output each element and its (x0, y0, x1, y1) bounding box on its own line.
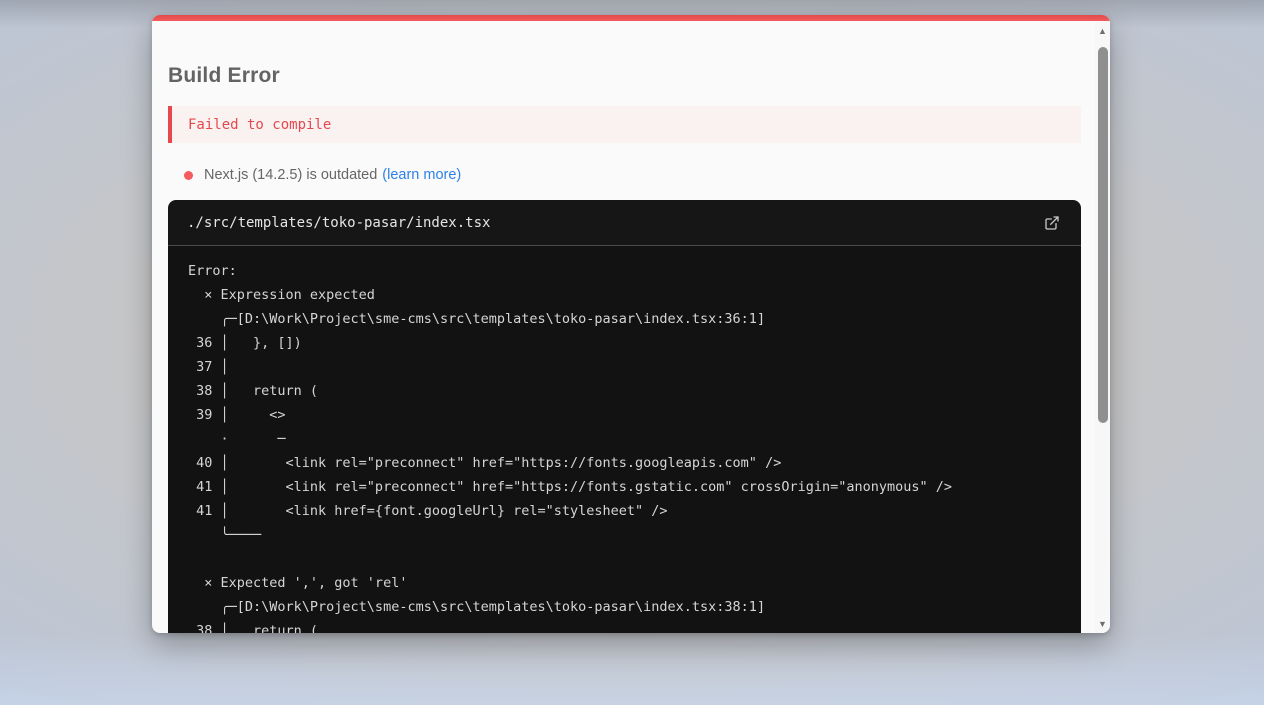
external-link-icon (1044, 215, 1060, 231)
code-panel-header: ./src/templates/toko-pasar/index.tsx (168, 200, 1081, 246)
failed-to-compile-banner: Failed to compile (168, 106, 1081, 143)
modal-scrollbar[interactable]: ▲ ▼ (1095, 21, 1110, 633)
terminal-text: Error: × Expression expected ╭─[D:\Work\… (188, 263, 953, 633)
terminal-output: Error: × Expression expected ╭─[D:\Work\… (168, 246, 1081, 633)
modal-content: Build Error Failed to compile Next.js (1… (152, 21, 1095, 633)
scroll-down-icon[interactable]: ▼ (1095, 616, 1110, 631)
error-code-panel: ./src/templates/toko-pasar/index.tsx Err… (168, 200, 1081, 633)
file-path: ./src/templates/toko-pasar/index.tsx (187, 214, 491, 231)
status-dot-icon (184, 170, 193, 180)
page-title: Build Error (168, 64, 280, 87)
scrollbar-thumb[interactable] (1097, 47, 1108, 423)
version-notice-text: Next.js (14.2.5) is outdated (204, 167, 378, 183)
failed-to-compile-text: Failed to compile (188, 116, 332, 133)
scroll-up-icon[interactable]: ▲ (1095, 23, 1110, 38)
open-in-editor-button[interactable] (1042, 213, 1062, 233)
build-error-modal: Build Error Failed to compile Next.js (1… (152, 15, 1110, 633)
version-notice: Next.js (14.2.5) is outdated (learn more… (168, 165, 1081, 185)
learn-more-link[interactable]: (learn more) (382, 167, 461, 183)
